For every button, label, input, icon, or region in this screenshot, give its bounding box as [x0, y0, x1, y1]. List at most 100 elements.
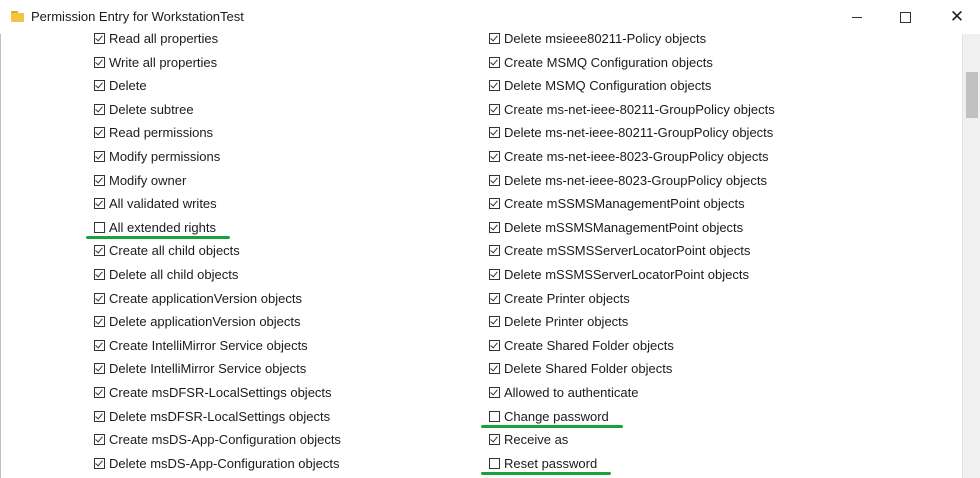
checkbox-checked[interactable]: [489, 32, 500, 44]
permission-left-3[interactable]: Delete subtree: [94, 99, 194, 119]
maximize-button[interactable]: [882, 0, 928, 34]
minimize-button[interactable]: [834, 0, 880, 34]
permission-label: Reset password: [504, 455, 598, 471]
checkbox-checked[interactable]: [489, 386, 500, 398]
checkbox-checked[interactable]: [489, 79, 500, 91]
permission-right-0[interactable]: Delete msieee80211-Policy objects: [489, 28, 706, 48]
checkbox-checked[interactable]: [489, 126, 500, 138]
vertical-scrollbar[interactable]: [962, 34, 980, 478]
highlight-underline: [481, 425, 623, 428]
permission-label: Write all properties: [109, 54, 218, 70]
permission-label: Modify permissions: [109, 148, 221, 164]
permission-right-10[interactable]: Delete mSSMSServerLocatorPoint objects: [489, 264, 749, 284]
checkbox-checked[interactable]: [94, 103, 105, 115]
permission-right-3[interactable]: Create ms-net-ieee-80211-GroupPolicy obj…: [489, 99, 775, 119]
permission-right-18[interactable]: Reset password: [489, 453, 597, 473]
checkbox-checked[interactable]: [489, 150, 500, 162]
permission-label: Create all child objects: [109, 242, 240, 258]
permission-right-14[interactable]: Delete Shared Folder objects: [489, 358, 672, 378]
checkbox-unchecked[interactable]: [489, 457, 500, 469]
checkbox-checked[interactable]: [94, 56, 105, 68]
checkbox-checked[interactable]: [94, 197, 105, 209]
permission-left-9[interactable]: Create all child objects: [94, 240, 240, 260]
permission-left-13[interactable]: Create IntelliMirror Service objects: [94, 335, 308, 355]
permission-label: All validated writes: [109, 195, 217, 211]
checkbox-unchecked[interactable]: [489, 410, 500, 422]
permission-left-0[interactable]: Read all properties: [94, 28, 218, 48]
checkbox-checked[interactable]: [94, 79, 105, 91]
permission-label: Allowed to authenticate: [504, 384, 639, 400]
permission-left-5[interactable]: Modify permissions: [94, 146, 220, 166]
permission-right-2[interactable]: Delete MSMQ Configuration objects: [489, 75, 711, 95]
permission-label: Delete subtree: [109, 101, 194, 117]
checkbox-checked[interactable]: [94, 32, 105, 44]
checkbox-checked[interactable]: [94, 244, 105, 256]
checkbox-checked[interactable]: [94, 433, 105, 445]
checkbox-checked[interactable]: [94, 362, 105, 374]
checkbox-checked[interactable]: [94, 150, 105, 162]
permission-left-14[interactable]: Delete IntelliMirror Service objects: [94, 358, 306, 378]
checkbox-checked[interactable]: [489, 174, 500, 186]
checkbox-checked[interactable]: [489, 292, 500, 304]
permission-label: Create Shared Folder objects: [504, 337, 674, 353]
permission-label: Create IntelliMirror Service objects: [109, 337, 308, 353]
checkbox-checked[interactable]: [489, 103, 500, 115]
permission-right-5[interactable]: Create ms-net-ieee-8023-GroupPolicy obje…: [489, 146, 768, 166]
permission-right-17[interactable]: Receive as: [489, 429, 568, 449]
checkbox-checked[interactable]: [94, 126, 105, 138]
folder-icon: [11, 11, 24, 22]
permission-right-11[interactable]: Create Printer objects: [489, 288, 630, 308]
checkbox-checked[interactable]: [489, 433, 500, 445]
permission-left-15[interactable]: Create msDFSR-LocalSettings objects: [94, 382, 332, 402]
permission-left-12[interactable]: Delete applicationVersion objects: [94, 311, 301, 331]
permission-left-16[interactable]: Delete msDFSR-LocalSettings objects: [94, 406, 330, 426]
permission-right-13[interactable]: Create Shared Folder objects: [489, 335, 674, 355]
permission-left-11[interactable]: Create applicationVersion objects: [94, 288, 302, 308]
permission-label: Delete mSSMSServerLocatorPoint objects: [504, 266, 749, 282]
permission-left-7[interactable]: All validated writes: [94, 193, 217, 213]
checkbox-checked[interactable]: [94, 268, 105, 280]
permission-left-8[interactable]: All extended rights: [94, 217, 216, 237]
permission-right-9[interactable]: Create mSSMSServerLocatorPoint objects: [489, 240, 750, 260]
permission-label: Create MSMQ Configuration objects: [504, 54, 713, 70]
permission-right-6[interactable]: Delete ms-net-ieee-8023-GroupPolicy obje…: [489, 170, 767, 190]
permission-left-4[interactable]: Read permissions: [94, 122, 213, 142]
checkbox-checked[interactable]: [94, 292, 105, 304]
checkbox-checked[interactable]: [489, 56, 500, 68]
close-button[interactable]: ✕: [934, 0, 980, 34]
checkbox-checked[interactable]: [489, 315, 500, 327]
minimize-icon: [852, 16, 862, 18]
checkbox-checked[interactable]: [489, 362, 500, 374]
permission-right-15[interactable]: Allowed to authenticate: [489, 382, 638, 402]
permission-left-6[interactable]: Modify owner: [94, 170, 186, 190]
checkbox-checked[interactable]: [489, 244, 500, 256]
permission-right-12[interactable]: Delete Printer objects: [489, 311, 628, 331]
checkbox-checked[interactable]: [94, 457, 105, 469]
permission-left-17[interactable]: Create msDS-App-Configuration objects: [94, 429, 341, 449]
permission-label: Modify owner: [109, 172, 187, 188]
checkbox-checked[interactable]: [94, 339, 105, 351]
checkbox-checked[interactable]: [94, 386, 105, 398]
permission-left-1[interactable]: Write all properties: [94, 52, 217, 72]
checkbox-checked[interactable]: [489, 221, 500, 233]
permission-right-1[interactable]: Create MSMQ Configuration objects: [489, 52, 713, 72]
checkbox-checked[interactable]: [94, 410, 105, 422]
checkbox-checked[interactable]: [94, 174, 105, 186]
checkbox-checked[interactable]: [94, 315, 105, 327]
checkbox-checked[interactable]: [489, 197, 500, 209]
permission-left-18[interactable]: Delete msDS-App-Configuration objects: [94, 453, 340, 473]
permission-left-10[interactable]: Delete all child objects: [94, 264, 238, 284]
checkbox-checked[interactable]: [489, 268, 500, 280]
permission-right-16[interactable]: Change password: [489, 406, 609, 426]
permission-label: Create mSSMSManagementPoint objects: [504, 195, 745, 211]
permission-left-2[interactable]: Delete: [94, 75, 147, 95]
permission-label: Delete msieee80211-Policy objects: [504, 30, 707, 46]
checkbox-unchecked[interactable]: [94, 221, 105, 233]
checkbox-checked[interactable]: [489, 339, 500, 351]
permission-right-7[interactable]: Create mSSMSManagementPoint objects: [489, 193, 745, 213]
permission-label: Delete MSMQ Configuration objects: [504, 77, 712, 93]
scrollbar-thumb[interactable]: [966, 72, 978, 118]
permission-right-4[interactable]: Delete ms-net-ieee-80211-GroupPolicy obj…: [489, 122, 773, 142]
permission-label: Delete Printer objects: [504, 313, 629, 329]
permission-right-8[interactable]: Delete mSSMSManagementPoint objects: [489, 217, 743, 237]
